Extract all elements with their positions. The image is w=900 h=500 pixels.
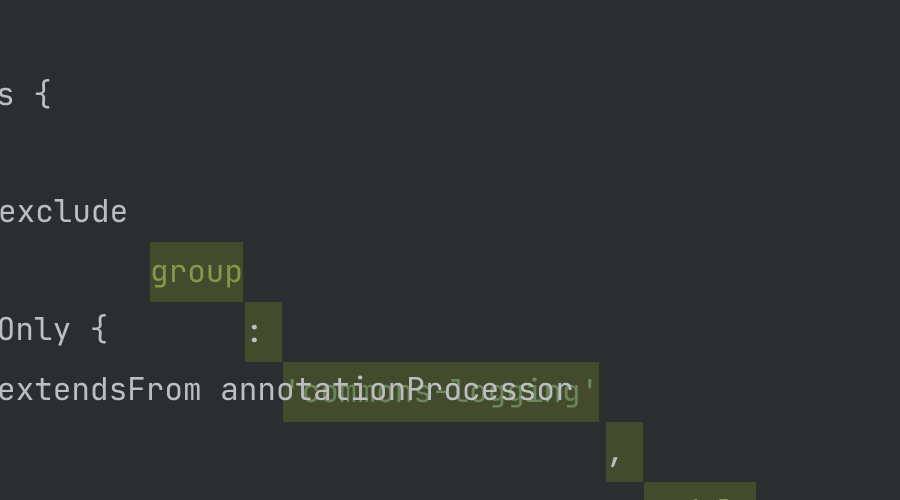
token-identifier: extendsFrom annotationProcessor (0, 360, 574, 420)
code-line[interactable]: { (0, 62, 900, 122)
code-line[interactable]: ations { (0, 5, 900, 65)
search-match-token: module (644, 482, 756, 500)
code-editor[interactable]: ations { { exclude group : 'commons-logg… (0, 0, 900, 500)
code-line[interactable]: exclude group : 'commons-logging' , modu… (0, 122, 900, 182)
search-match-token: , (606, 422, 643, 482)
code-line[interactable]: extendsFrom annotationProcessor (0, 300, 900, 360)
code-line[interactable]: ileOnly { (0, 240, 900, 300)
token-keyword: exclude (0, 182, 147, 242)
